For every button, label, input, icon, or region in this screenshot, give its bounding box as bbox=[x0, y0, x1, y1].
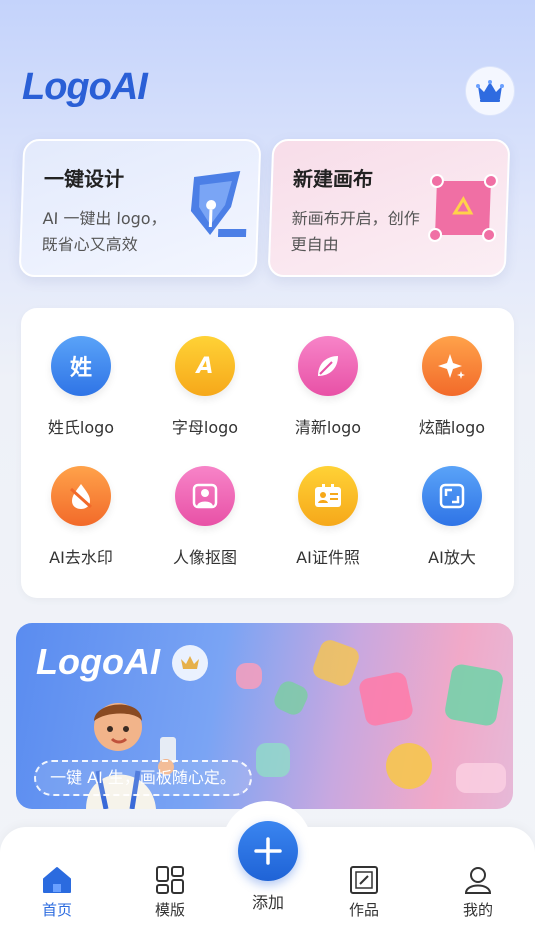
tool-fresh-logo[interactable]: 清新logo bbox=[273, 336, 383, 438]
tool-surname-logo[interactable]: 姓 姓氏logo bbox=[26, 336, 136, 438]
sparkle-icon bbox=[438, 354, 465, 379]
add-button[interactable] bbox=[238, 821, 298, 881]
pen-nib-icon bbox=[190, 171, 247, 237]
tool-ai-watermark-remove[interactable]: AI去水印 bbox=[26, 466, 136, 568]
tab-templates[interactable]: 模版 bbox=[130, 865, 210, 920]
promo-banner[interactable]: LogoAI 一键 AI 生，画板随心定。 bbox=[16, 623, 513, 809]
drop-icon bbox=[69, 484, 93, 509]
tool-cool-logo[interactable]: 炫酷logo bbox=[397, 336, 507, 438]
person-icon bbox=[192, 483, 218, 509]
tab-mine[interactable]: 我的 bbox=[438, 865, 518, 920]
tool-label: 炫酷logo bbox=[418, 418, 486, 437]
tab-label: 我的 bbox=[462, 901, 493, 919]
canvas-icon bbox=[428, 174, 498, 242]
card-desc: 新画布开启，创作更自由 bbox=[290, 209, 420, 254]
vip-button[interactable] bbox=[465, 66, 515, 116]
tool-label: 清新logo bbox=[294, 418, 362, 437]
tool-label: 姓氏logo bbox=[47, 418, 115, 437]
tool-ai-id-photo[interactable]: AI证件照 bbox=[273, 466, 383, 568]
new-canvas-card[interactable]: 新建画布 新画布开启，创作更自由 bbox=[267, 139, 511, 277]
tab-label: 首页 bbox=[41, 901, 72, 919]
tab-label: 作品 bbox=[348, 901, 379, 919]
crown-icon bbox=[476, 80, 504, 102]
tool-label: 字母logo bbox=[171, 418, 239, 437]
one-click-design-card[interactable]: 一键设计 AI 一键出 logo，既省心又高效 bbox=[18, 139, 262, 277]
id-card-icon bbox=[315, 484, 341, 507]
crown-icon bbox=[181, 656, 199, 669]
home-icon bbox=[43, 867, 71, 893]
tab-label: 模版 bbox=[154, 901, 185, 919]
tool-label: AI证件照 bbox=[296, 548, 360, 567]
enlarge-icon bbox=[439, 483, 465, 509]
app-logo: LogoAI bbox=[22, 66, 148, 108]
tab-home[interactable]: 首页 bbox=[17, 865, 97, 920]
tab-works[interactable]: 作品 bbox=[324, 865, 404, 920]
tool-ai-enlarge[interactable]: AI放大 bbox=[397, 466, 507, 568]
tool-label: AI去水印 bbox=[49, 548, 113, 567]
banner-logo: LogoAI bbox=[36, 641, 160, 682]
banner-slogan: 一键 AI 生，画板随心定。 bbox=[34, 760, 252, 796]
tools-grid: 姓 姓氏logo A 字母logo 清新logo 炫酷logo AI去水印 人像… bbox=[21, 308, 514, 598]
surname-icon: 姓 bbox=[51, 336, 111, 396]
letter-icon: A bbox=[175, 336, 235, 396]
tool-label: 人像抠图 bbox=[172, 548, 237, 567]
card-desc: AI 一键出 logo，既省心又高效 bbox=[41, 209, 167, 254]
tool-label: AI放大 bbox=[428, 548, 476, 567]
leaf-icon bbox=[318, 356, 338, 376]
plus-icon bbox=[254, 837, 282, 865]
user-icon bbox=[464, 867, 492, 894]
tool-letter-logo[interactable]: A 字母logo bbox=[150, 336, 260, 438]
tool-portrait-cutout[interactable]: 人像抠图 bbox=[150, 466, 260, 568]
add-label: 添加 bbox=[251, 893, 284, 912]
grid-icon bbox=[156, 866, 184, 894]
works-icon bbox=[350, 866, 378, 894]
